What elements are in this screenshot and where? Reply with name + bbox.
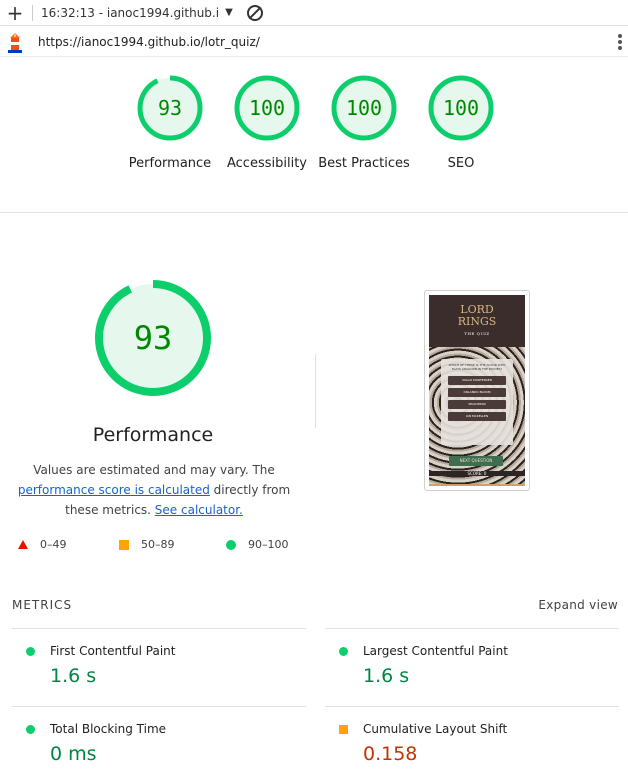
toolbar-divider: [32, 4, 33, 21]
final-screenshot-thumbnail[interactable]: LORD RINGS THE QUIZ WHICH OF THESE IS TH…: [424, 290, 530, 491]
kebab-menu-icon[interactable]: [618, 34, 622, 50]
legend-pass: 90–100: [226, 538, 289, 551]
chevron-down-icon: ▼: [225, 7, 233, 18]
report-toolbar: + 16:32:13 - ianoc1994.github.i ▼: [0, 0, 628, 26]
gauge-ring: 100: [427, 74, 495, 142]
thumb-score: SCORE: 0: [429, 471, 525, 476]
gauge-score: 100: [442, 96, 480, 120]
gauge-label: Accessibility: [227, 156, 307, 171]
green-circle-icon: [26, 647, 35, 656]
vertical-divider: [315, 354, 316, 428]
gauge-seo[interactable]: 100 SEO: [413, 74, 509, 174]
red-triangle-icon: [18, 540, 28, 549]
gauge-score: 100: [248, 96, 286, 120]
gauge-score: 93: [157, 96, 183, 120]
metric-name: Cumulative Layout Shift: [363, 722, 508, 736]
thumb-question: WHICH OF THESE IS THE ACTOR WHO PLAYS AR…: [448, 363, 506, 371]
metric-name: Total Blocking Time: [50, 722, 167, 736]
metric-name: Largest Contentful Paint: [363, 644, 508, 658]
performance-title: Performance: [92, 424, 214, 446]
desc-text: Values are estimated and may vary. The: [33, 463, 275, 477]
thumbnail-header: LORD RINGS THE QUIZ: [429, 295, 525, 347]
section-divider: [0, 212, 628, 213]
report-selector-label: 16:32:13 - ianoc1994.github.i: [41, 5, 220, 20]
no-entry-icon[interactable]: [246, 4, 263, 21]
performance-score: 93: [133, 319, 173, 357]
metric-fcp: First Contentful Paint 1.6 s: [12, 628, 306, 706]
gauge-label: SEO: [447, 156, 475, 171]
legend-average: 50–89: [119, 538, 175, 551]
green-circle-icon: [339, 647, 348, 656]
thumbnail-content: LORD RINGS THE QUIZ WHICH OF THESE IS TH…: [429, 295, 525, 486]
gauge-ring: 100: [330, 74, 398, 142]
thumb-next-button: NEXT QUESTION: [449, 456, 503, 466]
thumb-option: VIGGO MORTENSEN: [448, 376, 506, 385]
green-circle-icon: [26, 725, 35, 734]
orange-square-icon: [119, 539, 129, 550]
legend-fail: 0–49: [18, 538, 67, 551]
metric-value: 0 ms: [50, 743, 97, 765]
gauge-label: Performance: [128, 156, 212, 171]
green-circle-icon: [226, 539, 236, 550]
gauge-performance[interactable]: 93 Performance: [122, 74, 218, 174]
metrics-title: METRICS: [12, 598, 73, 612]
gauge-ring: 93: [136, 74, 204, 142]
thumb-question-card: WHICH OF THESE IS THE ACTOR WHO PLAYS AR…: [441, 359, 513, 445]
url-bar: https://ianoc1994.github.io/lotr_quiz/: [0, 27, 628, 57]
gauge-ring: 100: [233, 74, 301, 142]
score-calculated-link[interactable]: performance score is calculated: [18, 483, 210, 497]
metric-lcp: Largest Contentful Paint 1.6 s: [325, 628, 619, 706]
metrics-header: METRICS Expand view: [12, 598, 620, 612]
lighthouse-icon: [0, 27, 30, 57]
metric-value: 0.158: [363, 743, 418, 765]
report-selector[interactable]: 16:32:13 - ianoc1994.github.i ▼: [41, 6, 233, 20]
thumb-title-line1: LORD: [460, 303, 494, 316]
thumb-bottom-border: [429, 484, 525, 486]
metric-value: 1.6 s: [50, 665, 97, 687]
gauge-best-practices[interactable]: 100 Best Practices: [316, 74, 412, 174]
metric-value: 1.6 s: [363, 665, 410, 687]
performance-gauge-large: 93: [93, 278, 213, 398]
thumb-option: ORLANDO BLOOM: [448, 388, 506, 397]
thumb-subtitle: THE QUIZ: [464, 331, 490, 336]
page-url[interactable]: https://ianoc1994.github.io/lotr_quiz/: [38, 35, 260, 49]
gauge-label: Best Practices: [318, 156, 410, 171]
metric-cls: Cumulative Layout Shift 0.158: [325, 706, 619, 780]
legend-range: 50–89: [141, 538, 175, 551]
thumb-title-line2: RINGS: [457, 315, 497, 328]
expand-view-toggle[interactable]: Expand view: [538, 598, 618, 612]
thumb-option: IAN MCKELLEN: [448, 412, 506, 421]
see-calculator-link[interactable]: See calculator.: [155, 503, 243, 517]
thumbnail-body: WHICH OF THESE IS THE ACTOR WHO PLAYS AR…: [429, 347, 525, 486]
orange-square-icon: [339, 725, 348, 734]
gauge-score: 100: [345, 96, 383, 120]
legend-range: 0–49: [40, 538, 67, 551]
gauge-accessibility[interactable]: 100 Accessibility: [219, 74, 315, 174]
performance-description: Values are estimated and may vary. The p…: [10, 460, 298, 520]
thumb-option: SEAN BEAN: [448, 400, 506, 409]
metric-name: First Contentful Paint: [50, 644, 176, 658]
legend-range: 90–100: [248, 538, 289, 551]
plus-icon[interactable]: +: [0, 3, 30, 23]
metric-tbt: Total Blocking Time 0 ms: [12, 706, 306, 780]
